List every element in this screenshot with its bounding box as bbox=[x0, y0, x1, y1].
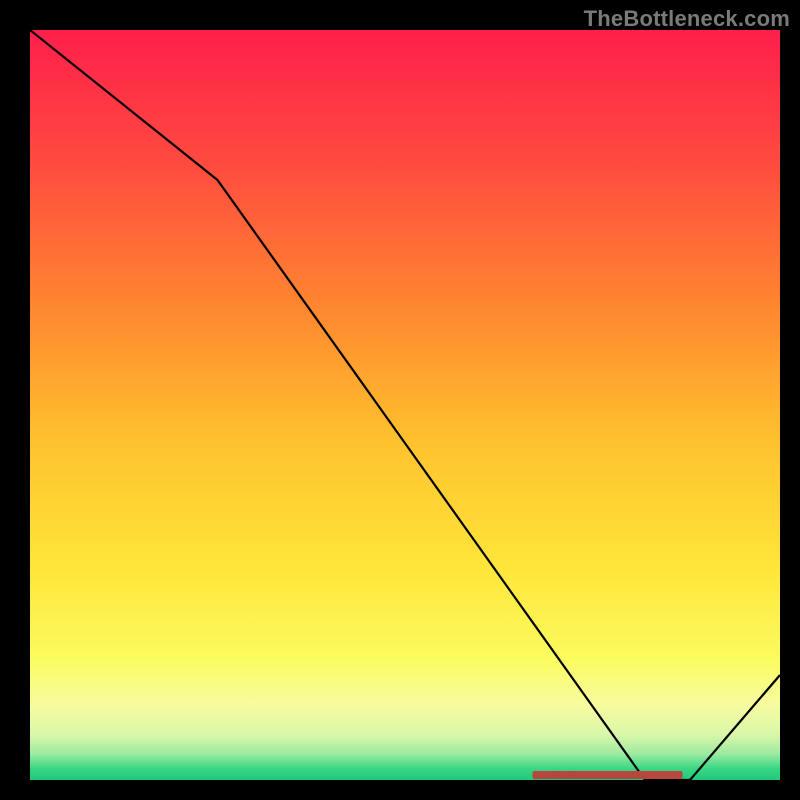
plot-background bbox=[30, 30, 780, 780]
watermark-text: TheBottleneck.com bbox=[584, 6, 790, 32]
frame-bottom bbox=[24, 780, 786, 786]
chart-container: TheBottleneck.com OPTIMUM bbox=[0, 0, 800, 800]
optimum-label: OPTIMUM bbox=[537, 770, 584, 781]
frame-left bbox=[24, 24, 30, 786]
frame-right bbox=[780, 24, 786, 786]
chart-svg: OPTIMUM bbox=[0, 0, 800, 800]
